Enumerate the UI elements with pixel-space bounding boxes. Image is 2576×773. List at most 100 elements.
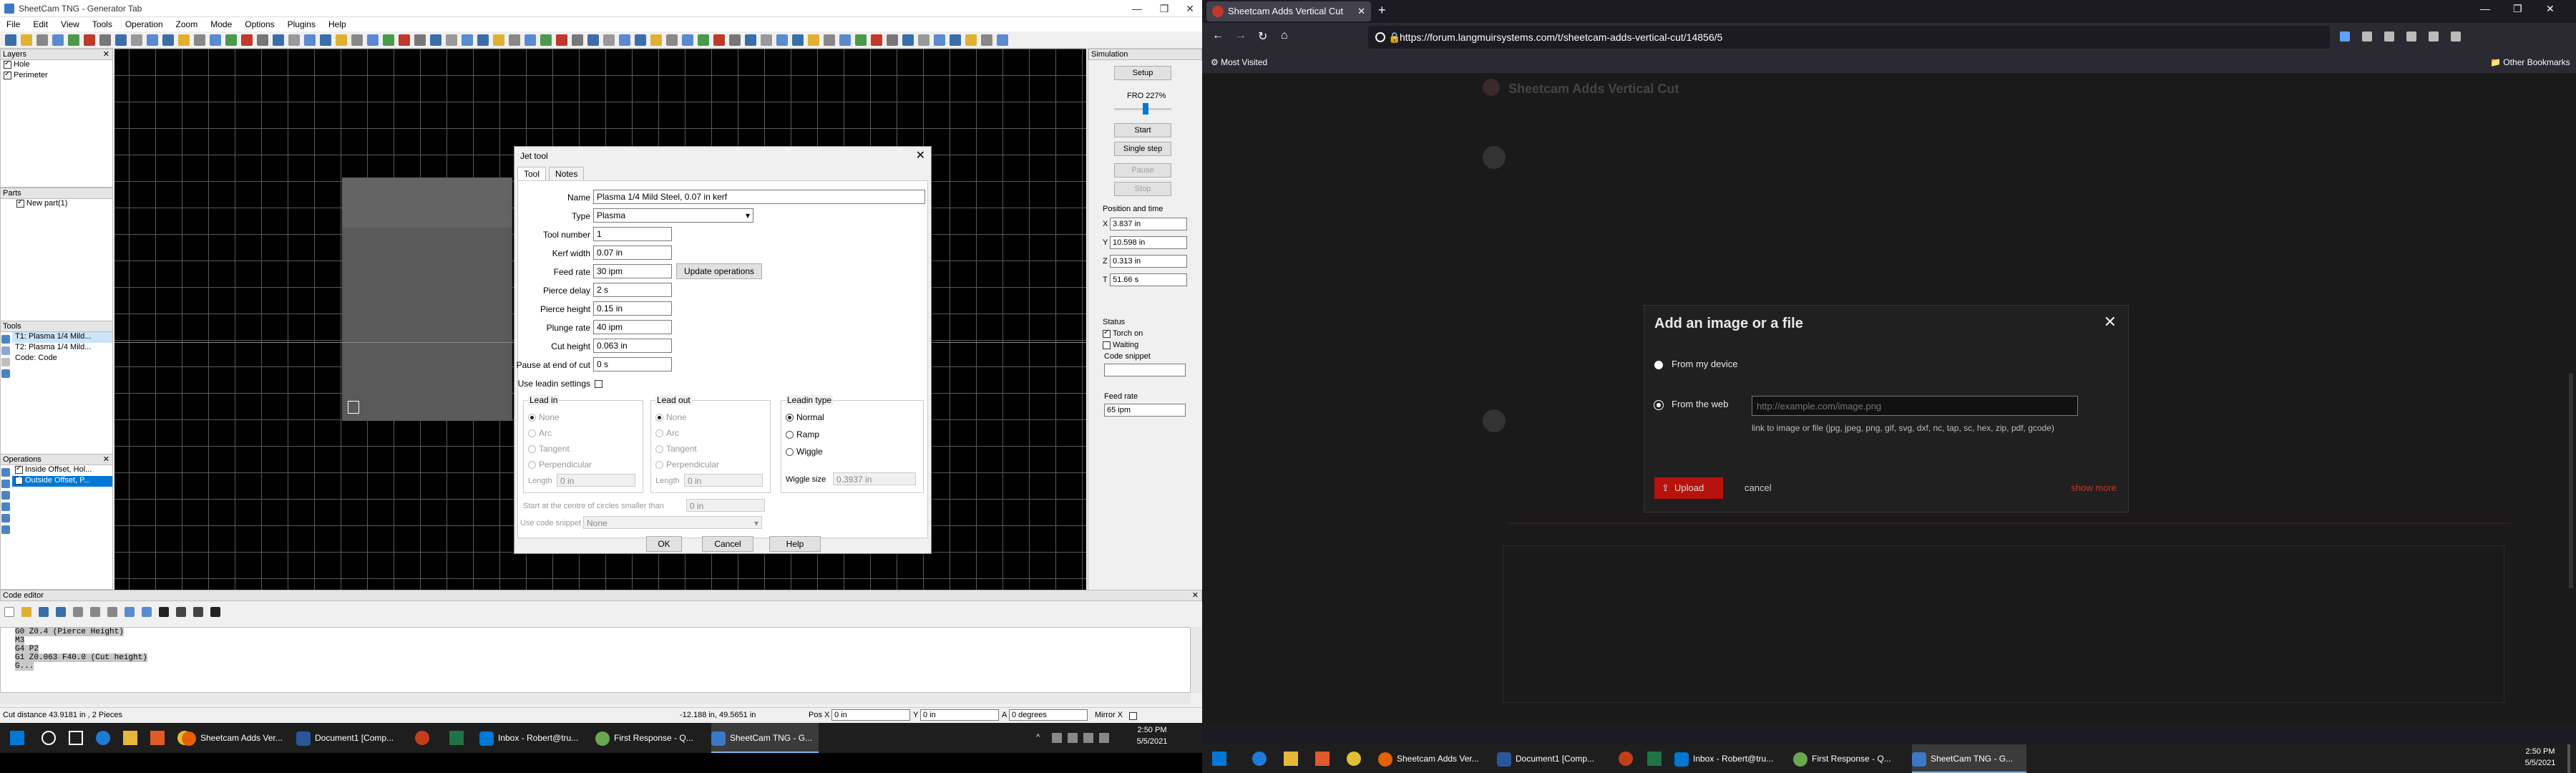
toolbar-tool-icon[interactable] <box>540 34 552 46</box>
layer-item-hole[interactable]: Hole <box>1 59 112 71</box>
browser-tab[interactable]: Sheetcam Adds Vertical Cut ✕ <box>1206 1 1371 21</box>
plunge-rate-input[interactable]: 40 ipm <box>593 320 672 334</box>
toolbar-tool-icon[interactable] <box>430 34 441 46</box>
part-item[interactable]: New part(1) <box>1 198 112 210</box>
close-icon[interactable]: ✕ <box>2546 3 2555 15</box>
toolbar-tool-icon[interactable] <box>587 34 599 46</box>
toolbar-tool-icon[interactable] <box>320 34 331 46</box>
toolbar-tool-icon[interactable] <box>824 34 835 46</box>
op-icon[interactable] <box>1 502 10 511</box>
tool-item[interactable]: Code: Code <box>12 354 112 364</box>
taskbar-item-word[interactable]: Document1 [Comp... <box>296 723 404 753</box>
save-as-icon[interactable] <box>56 607 66 617</box>
use-snippet-select[interactable]: None ▾ <box>583 516 762 529</box>
lead-out-none-radio[interactable]: None <box>655 412 687 422</box>
radio-icon[interactable] <box>1654 360 1663 369</box>
taskbar-item-first-response[interactable]: First Response - Q... <box>1793 744 1908 773</box>
file-explorer-icon[interactable] <box>1284 752 1298 766</box>
toolbar-tool-icon[interactable] <box>257 34 268 46</box>
back-icon[interactable]: ← <box>1212 29 1224 42</box>
pos-y-input[interactable]: 0 in <box>920 709 999 721</box>
sidebar-icon[interactable] <box>2384 31 2395 42</box>
toolbar-tool-icon[interactable] <box>288 34 300 46</box>
from-device-option[interactable]: From my device <box>1654 359 1737 369</box>
toolbar-tool-icon[interactable] <box>210 34 221 46</box>
lead-out-arc-radio[interactable]: Arc <box>655 428 679 438</box>
file-explorer-icon[interactable] <box>123 731 137 745</box>
url-input[interactable] <box>1752 396 2078 416</box>
toolbar-tool-icon[interactable] <box>934 34 945 46</box>
toolbar-tool-icon[interactable] <box>383 34 394 46</box>
tool-item[interactable]: T1: Plasma 1/4 Mild... <box>12 332 112 343</box>
lead-out-length-input[interactable]: 0 in <box>684 474 763 487</box>
taskbar-item-firefox[interactable]: Sheetcam Adds Ver... <box>1378 744 1493 773</box>
most-visited-bookmark[interactable]: ⚙ Most Visited <box>1211 57 1267 67</box>
toolbar-tool-icon[interactable] <box>855 34 867 46</box>
toolbar-tool-icon[interactable] <box>225 34 237 46</box>
other-bookmarks[interactable]: 📁 Other Bookmarks <box>2490 57 2570 67</box>
wiggle-size-input[interactable]: 0.3937 in <box>833 472 916 485</box>
toolbar-tool-icon[interactable] <box>572 34 583 46</box>
ok-button[interactable]: OK <box>646 536 682 552</box>
checkbox-icon[interactable] <box>15 475 23 485</box>
toolbar-tool-icon[interactable] <box>399 34 410 46</box>
op-icon[interactable] <box>1 480 10 488</box>
menu-plugins[interactable]: Plugins <box>281 17 322 31</box>
close-icon[interactable]: ✕ <box>103 49 109 59</box>
toolbar-tool-icon[interactable] <box>871 34 882 46</box>
cancel-link[interactable]: cancel <box>1745 482 1772 493</box>
lead-out-tangent-radio[interactable]: Tangent <box>655 444 697 454</box>
toolbar-tool-icon[interactable] <box>336 34 347 46</box>
clock-date[interactable]: 5/5/2021 <box>1131 737 1174 746</box>
menu-icon[interactable] <box>2451 31 2462 42</box>
op-icon[interactable] <box>1 468 10 477</box>
powerpoint-icon[interactable] <box>1619 752 1633 766</box>
tool-number-input[interactable]: 1 <box>593 227 672 241</box>
find-down-icon[interactable] <box>193 607 203 617</box>
tray-chevron-icon[interactable]: ^ <box>1036 733 1040 742</box>
toolbar-tool-icon[interactable] <box>761 34 772 46</box>
download-icon[interactable] <box>2340 31 2350 42</box>
windows-start-icon[interactable] <box>10 731 24 745</box>
taskbar-item-sheetcam[interactable]: SheetCam TNG - G... <box>711 723 819 753</box>
operation-item[interactable]: Inside Offset, Hol... <box>12 465 112 476</box>
layer-item-perimeter[interactable]: Perimeter <box>1 70 112 82</box>
cut-height-input[interactable]: 0.063 in <box>593 339 672 353</box>
clock-time[interactable]: 2:50 PM <box>1131 726 1174 734</box>
close-icon[interactable]: ✕ <box>916 148 925 162</box>
code-hscrollbar[interactable] <box>0 693 1191 704</box>
toolbar-tool-icon[interactable] <box>367 34 379 46</box>
pos-x-input[interactable]: 0 in <box>831 709 910 721</box>
toolbar-tool-icon[interactable] <box>241 34 253 46</box>
app-icon[interactable] <box>1315 752 1330 766</box>
type-select[interactable]: Plasma ▾ <box>593 208 753 223</box>
toolbar-tool-icon[interactable] <box>950 34 961 46</box>
toolbar-tool-icon[interactable] <box>21 34 32 46</box>
edge-icon[interactable] <box>96 731 110 745</box>
lead-in-length-input[interactable]: 0 in <box>557 474 635 487</box>
replace-icon[interactable] <box>210 607 220 617</box>
home-icon[interactable]: ⌂ <box>1281 29 1288 42</box>
volume-icon[interactable] <box>1099 733 1109 743</box>
find-up-icon[interactable] <box>176 607 186 617</box>
excel-icon[interactable] <box>449 731 464 745</box>
powerpoint-icon[interactable] <box>415 731 429 745</box>
mirror-x-checkbox[interactable] <box>1129 711 1137 720</box>
toolbar-tool-icon[interactable] <box>997 34 1008 46</box>
network-icon[interactable] <box>1083 733 1093 743</box>
toolbar-tool-icon[interactable] <box>351 34 363 46</box>
new-tab-icon[interactable]: + <box>1378 3 1386 18</box>
toolbar-tool-icon[interactable] <box>650 34 662 46</box>
tab-notes[interactable]: Notes <box>549 167 585 181</box>
toolbar-tool-icon[interactable] <box>556 34 567 46</box>
menu-mode[interactable]: Mode <box>204 17 238 31</box>
show-more-link[interactable]: show more <box>2071 482 2117 493</box>
open-file-icon[interactable] <box>21 607 31 617</box>
lead-in-perpendicular-radio[interactable]: Perpendicular <box>528 460 592 470</box>
toolbar-tool-icon[interactable] <box>902 34 914 46</box>
taskbar-item-outlook[interactable]: Inbox - Robert@tru... <box>1674 744 1789 773</box>
menu-file[interactable]: File <box>0 17 26 31</box>
checkbox-icon[interactable] <box>4 70 11 79</box>
toolbar-tool-icon[interactable] <box>84 34 95 46</box>
checkbox-icon[interactable] <box>4 59 11 69</box>
